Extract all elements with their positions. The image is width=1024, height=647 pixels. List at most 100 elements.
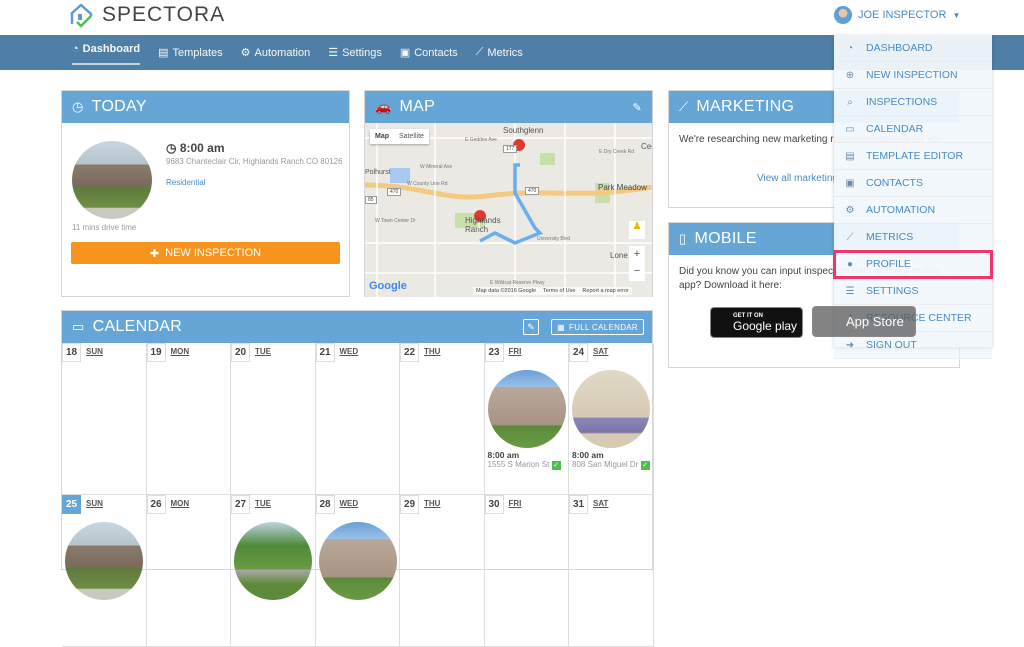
nav-contacts[interactable]: ▣ Contacts (400, 35, 458, 70)
terms-link[interactable]: Terms of Use (543, 288, 575, 294)
calendar-day[interactable]: 26 MON (146, 495, 231, 647)
property-photo[interactable] (318, 522, 397, 600)
logo[interactable]: SPECTORA (68, 2, 225, 28)
day-name[interactable]: MON (171, 347, 190, 356)
day-number: 26 (146, 495, 166, 514)
calendar-day[interactable]: 20 TUE (231, 343, 316, 495)
inspection-type-link[interactable]: Residential (166, 178, 206, 187)
day-name[interactable]: TUE (255, 347, 271, 356)
satellite-tab[interactable]: Satellite (394, 129, 429, 144)
dropdown-item-inspections[interactable]: ⌕ INSPECTIONS (834, 89, 992, 116)
day-name[interactable]: WED (340, 499, 359, 508)
calendar-event[interactable] (234, 522, 312, 600)
property-photo[interactable] (72, 141, 152, 219)
calendar-day[interactable]: 27 TUE (231, 495, 316, 647)
property-photo[interactable] (234, 522, 312, 600)
day-number: 24 (569, 343, 588, 362)
zoom-out-button[interactable]: − (629, 263, 645, 280)
calendar-day[interactable]: 22 THU (400, 343, 485, 495)
event-time: 8:00 am (487, 450, 520, 460)
nav-templates[interactable]: ▤ Templates (158, 35, 223, 70)
panel-title: TODAY (91, 98, 147, 115)
dropdown-item-profile[interactable]: ● PROFILE (833, 250, 993, 279)
inspection-time: 8:00 am (179, 141, 225, 155)
day-name[interactable]: WED (340, 347, 359, 356)
map-panel: 🚗 MAP ✎ Map Satellite Southglenn Park Meado… (364, 90, 653, 297)
calendar-icon: ▭ (72, 319, 85, 334)
dashboard-icon: ◔ (72, 43, 79, 55)
dropdown-item-settings[interactable]: ☰ SETTINGS (834, 278, 992, 305)
day-name[interactable]: FRI (509, 347, 522, 356)
calendar-event[interactable]: 8:00 am 1555 S Marion St ✓ (487, 370, 566, 470)
map-label: Park Meadow (598, 183, 647, 192)
day-name[interactable]: SAT (593, 499, 608, 508)
google-play-badge[interactable]: GET IT ON Google play (710, 307, 803, 338)
full-calendar-button[interactable]: ▦ FULL CALENDAR (551, 319, 644, 335)
calendar-day[interactable]: 25 SUN (62, 495, 147, 647)
dropdown-item-metrics[interactable]: ⟋ METRICS (834, 224, 992, 251)
event-address: 808 San Miguel Dr (572, 460, 639, 469)
caret-down-icon: ▼ (952, 10, 961, 20)
calendar-day[interactable]: 30 FRI (484, 495, 569, 647)
report-error-link[interactable]: Report a map error (582, 288, 628, 294)
menu-label: TEMPLATE EDITOR (866, 150, 964, 162)
badge-big-text: Google play (733, 318, 798, 333)
map-canvas[interactable]: Map Satellite Southglenn Park Meadow High… (365, 123, 652, 297)
day-name[interactable]: SUN (86, 347, 103, 356)
property-photo[interactable] (572, 370, 650, 448)
nav-automation[interactable]: ⚙ Automation (241, 35, 311, 70)
calendar-day[interactable]: 21 WED (315, 343, 400, 495)
dropdown-item-template-editor[interactable]: ▤ TEMPLATE EDITOR (834, 143, 992, 170)
map-label: E Wildcat Reserve Pkwy (490, 280, 545, 286)
calendar-day[interactable]: 28 WED (315, 495, 400, 647)
nav-settings[interactable]: ☰ Settings (328, 35, 382, 70)
calendar-event[interactable] (318, 522, 397, 600)
calendar-panel: ▭ CALENDAR ✎ ▦ FULL CALENDAR 18 SUN 19 MON 20 T… (61, 310, 654, 647)
templates-icon: ▤ (158, 47, 169, 59)
day-name[interactable]: SAT (593, 347, 608, 356)
calendar-day[interactable]: 19 MON (146, 343, 231, 495)
dropdown-item-dashboard[interactable]: ◔ DASHBOARD (834, 35, 992, 62)
map-tab[interactable]: Map (370, 129, 394, 144)
map-marker-label[interactable]: 1 (477, 223, 481, 230)
day-number: 29 (400, 495, 419, 514)
day-name[interactable]: SUN (86, 499, 103, 508)
clock-icon: ◷ (72, 99, 84, 114)
dropdown-item-automation[interactable]: ⚙ AUTOMATION (834, 197, 992, 224)
nav-metrics[interactable]: ⟋ Metrics (476, 35, 523, 70)
day-name[interactable]: MON (171, 499, 190, 508)
route-shield: 177 (503, 145, 518, 153)
map-label: Polhurst (365, 169, 391, 176)
car-icon: 🚗 (375, 99, 392, 114)
dropdown-item-contacts[interactable]: ▣ CONTACTS (834, 170, 992, 197)
calendar-day[interactable]: 31 SAT (569, 495, 654, 647)
user-menu-toggle[interactable]: JOE INSPECTOR ▼ (834, 6, 960, 24)
edit-pencil-icon[interactable]: ✎ (632, 101, 642, 114)
app-store-badge[interactable]: App Store (812, 306, 916, 337)
day-name[interactable]: TUE (255, 499, 271, 508)
calendar-day[interactable]: 18 SUN (62, 343, 147, 495)
dropdown-item-new-inspection[interactable]: ⊕ NEW INSPECTION (834, 62, 992, 89)
property-photo[interactable] (487, 370, 566, 448)
calendar-event[interactable]: 8:00 am 808 San Miguel Dr ✓ (572, 370, 650, 470)
nav-dashboard[interactable]: ◔ Dashboard (72, 35, 141, 65)
property-photo[interactable] (65, 522, 143, 600)
calendar-day[interactable]: 29 THU (400, 495, 485, 647)
dropdown-item-calendar[interactable]: ▭ CALENDAR (834, 116, 992, 143)
search-icon: ⌕ (847, 96, 853, 108)
day-name[interactable]: THU (424, 499, 440, 508)
menu-label: CONTACTS (866, 177, 923, 189)
day-number: 23 (484, 343, 504, 362)
chart-icon: ⟋ (846, 231, 854, 243)
calendar-day[interactable]: 23 FRI 8:00 am 1555 S Marion St ✓ (484, 343, 569, 495)
zoom-in-button[interactable]: + (629, 246, 645, 263)
calendar-day[interactable]: 24 SAT 8:00 am 808 San Miguel Dr ✓ (569, 343, 654, 495)
pegman-icon[interactable]: ♟ (629, 221, 645, 239)
new-inspection-button[interactable]: ✚ NEW INSPECTION (71, 242, 340, 264)
brand-name: SPECTORA (102, 3, 226, 26)
view-marketing-link[interactable]: View all marketing (757, 173, 838, 184)
day-name[interactable]: THU (424, 347, 440, 356)
day-name[interactable]: FRI (509, 499, 522, 508)
edit-calendar-button[interactable]: ✎ (523, 319, 540, 335)
calendar-event[interactable] (65, 522, 143, 600)
